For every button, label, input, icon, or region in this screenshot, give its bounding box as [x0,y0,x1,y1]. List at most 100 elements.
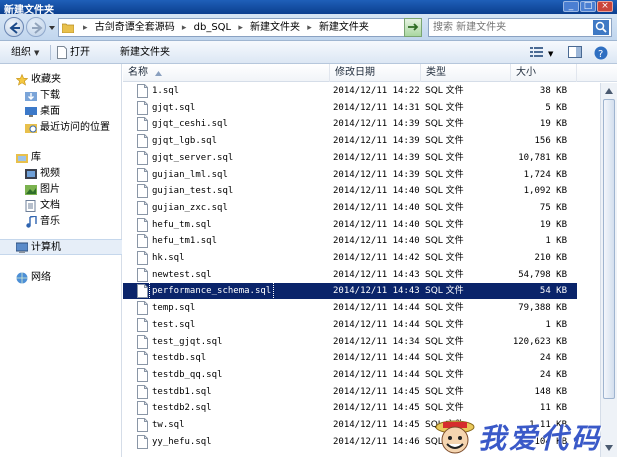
sidebar-item-favorites[interactable]: 收藏夹 [0,72,122,88]
breadcrumb-item[interactable]: db_SQL [194,21,232,35]
file-row[interactable]: gujian_test.sql 2014/12/11 14:40 SQL 文件 1,0… [123,183,577,199]
recent-places-icon [25,124,37,133]
breadcrumb-item[interactable]: 新建文件夹 [319,21,369,35]
sql-file-icon [137,284,148,298]
back-button[interactable] [4,17,24,37]
sidebar-item-network[interactable]: 网络 [0,270,122,286]
documents-icon [25,200,36,212]
breadcrumb-separator[interactable]: ▸ [234,21,247,35]
sidebar-item-computer[interactable]: 计算机 [0,239,122,255]
sql-file-icon [137,168,148,182]
file-name: hk.sql [152,253,185,263]
file-name: gjqt_lgb.sql [152,136,218,146]
file-size: 1 KB [545,320,567,330]
forward-button[interactable] [26,17,46,37]
file-type: SQL 文件 [425,220,464,230]
address-field[interactable]: ▸ 古剑奇谭全套源码 ▸ db_SQL ▸ 新建文件夹 ▸ 新建文件夹 [58,18,418,37]
file-row[interactable]: testdb1.sql 2014/12/11 14:45 SQL 文件 148 KB [123,384,577,400]
sidebar-item-recent-places[interactable]: 最近访问的位置 [0,120,122,136]
file-row[interactable]: gjqt_ceshi.sql 2014/12/11 14:39 SQL 文件 19 K… [123,116,577,132]
file-date: 2014/12/11 14:40 [333,220,420,230]
scroll-up-icon[interactable] [605,88,613,94]
file-row[interactable]: gjqt_server.sql 2014/12/11 14:39 SQL 文件 10,… [123,150,577,166]
open-button[interactable]: 打开 [70,46,90,59]
file-row[interactable]: test.sql 2014/12/11 14:44 SQL 文件 1 KB [123,317,577,333]
arrow-left-icon [9,22,20,34]
breadcrumb-separator[interactable]: ▸ [303,21,316,35]
file-size: 19 KB [539,119,567,129]
file-row[interactable]: hk.sql 2014/12/11 14:42 SQL 文件 210 KB [123,250,577,266]
sql-file-icon [137,134,148,148]
help-icon[interactable]: ? [594,46,608,60]
file-name: gjqt_server.sql [152,153,234,163]
sql-file-icon [137,117,148,131]
refresh-button[interactable] [404,18,422,37]
sidebar-item-label: 网络 [31,272,51,283]
breadcrumb-item[interactable]: 古剑奇谭全套源码 [95,21,175,35]
file-row[interactable]: performance_schema.sql 2014/12/11 14:43 SQ… [123,282,577,300]
file-row[interactable]: gujian_lml.sql 2014/12/11 14:39 SQL 文件 1,72… [123,167,577,183]
sidebar-item-downloads[interactable]: 下载 [0,88,122,104]
sidebar-item-documents[interactable]: 文档 [0,198,122,214]
file-type: SQL 文件 [425,387,464,397]
sql-file-icon [137,234,148,248]
column-header-date[interactable]: 修改日期 [330,64,421,82]
organize-menu[interactable]: 组织 ▼ [11,46,39,60]
column-header-type[interactable]: 类型 [421,64,511,82]
column-header-name[interactable]: 名称 [123,64,330,82]
file-row[interactable]: testdb.sql 2014/12/11 14:44 SQL 文件 24 KB [123,350,577,366]
file-type: SQL 文件 [425,153,464,163]
file-size: 19 KB [539,220,567,230]
breadcrumb-separator[interactable]: ▸ [178,21,191,35]
file-row[interactable]: temp.sql 2014/12/11 14:44 SQL 文件 79,388 KB [123,300,577,316]
file-size: 24 KB [539,370,567,380]
column-header-size[interactable]: 大小 [511,64,577,82]
file-row[interactable]: gjqt.sql 2014/12/11 14:31 SQL 文件 5 KB [123,100,577,116]
file-type: SQL 文件 [425,170,464,180]
file-row[interactable]: hefu_tm1.sql 2014/12/11 14:40 SQL 文件 1 KB [123,233,577,249]
file-row[interactable]: hefu_tm.sql 2014/12/11 14:40 SQL 文件 19 KB [123,217,577,233]
maximize-button[interactable]: □ [580,1,596,12]
column-header-label: 类型 [426,67,446,78]
breadcrumb-separator[interactable]: ▸ [79,21,92,35]
view-options-icon[interactable] [530,46,544,58]
file-date: 2014/12/11 14:45 [333,403,420,413]
file-row[interactable]: gjqt_lgb.sql 2014/12/11 14:39 SQL 文件 156 KB [123,133,577,149]
sidebar-item-videos[interactable]: 视频 [0,166,122,182]
preview-pane-icon[interactable] [568,46,582,58]
close-button[interactable]: × [597,1,613,12]
sql-file-icon [137,368,148,382]
column-header-row: 名称 修改日期 类型 大小 [123,64,617,82]
search-icon[interactable] [593,20,609,35]
file-row[interactable]: newtest.sql 2014/12/11 14:43 SQL 文件 54,798 … [123,267,577,283]
file-type: SQL 文件 [425,103,464,113]
sql-file-icon [137,335,148,349]
recent-pages-dropdown-icon[interactable] [48,24,56,32]
sidebar-item-music[interactable]: 音乐 [0,214,122,230]
vertical-scrollbar[interactable] [600,83,617,457]
sidebar-item-label: 文档 [40,200,60,211]
open-label: 打开 [70,47,90,58]
file-row[interactable]: 1.sql 2014/12/11 14:22 SQL 文件 38 KB [123,83,577,99]
sql-file-icon [137,151,148,165]
file-date: 2014/12/11 14:44 [333,370,420,380]
scrollbar-thumb[interactable] [603,99,615,399]
downloads-folder-icon [25,92,37,101]
file-row[interactable]: test_gjqt.sql 2014/12/11 14:34 SQL 文件 120,6… [123,334,577,350]
file-type: SQL 文件 [425,136,464,146]
file-size: 1,724 KB [523,170,567,180]
file-row[interactable]: testdb_qq.sql 2014/12/11 14:44 SQL 文件 24 KB [123,367,577,383]
file-name: gujian_test.sql [152,186,234,196]
minimize-button[interactable]: _ [563,1,579,12]
search-input[interactable] [433,21,588,34]
breadcrumb-item[interactable]: 新建文件夹 [250,21,300,35]
chevron-down-icon[interactable]: ▼ [548,48,553,61]
new-folder-button[interactable]: 新建文件夹 [120,46,170,59]
svg-text:?: ? [598,49,603,60]
search-box[interactable] [428,18,612,37]
file-row[interactable]: gujian_zxc.sql 2014/12/11 14:40 SQL 文件 75 K… [123,200,577,216]
sidebar-item-pictures[interactable]: 图片 [0,182,122,198]
file-name: hefu_tm.sql [152,220,212,230]
sidebar-item-desktop[interactable]: 桌面 [0,104,122,120]
sidebar-item-libraries[interactable]: 库 [0,150,122,166]
